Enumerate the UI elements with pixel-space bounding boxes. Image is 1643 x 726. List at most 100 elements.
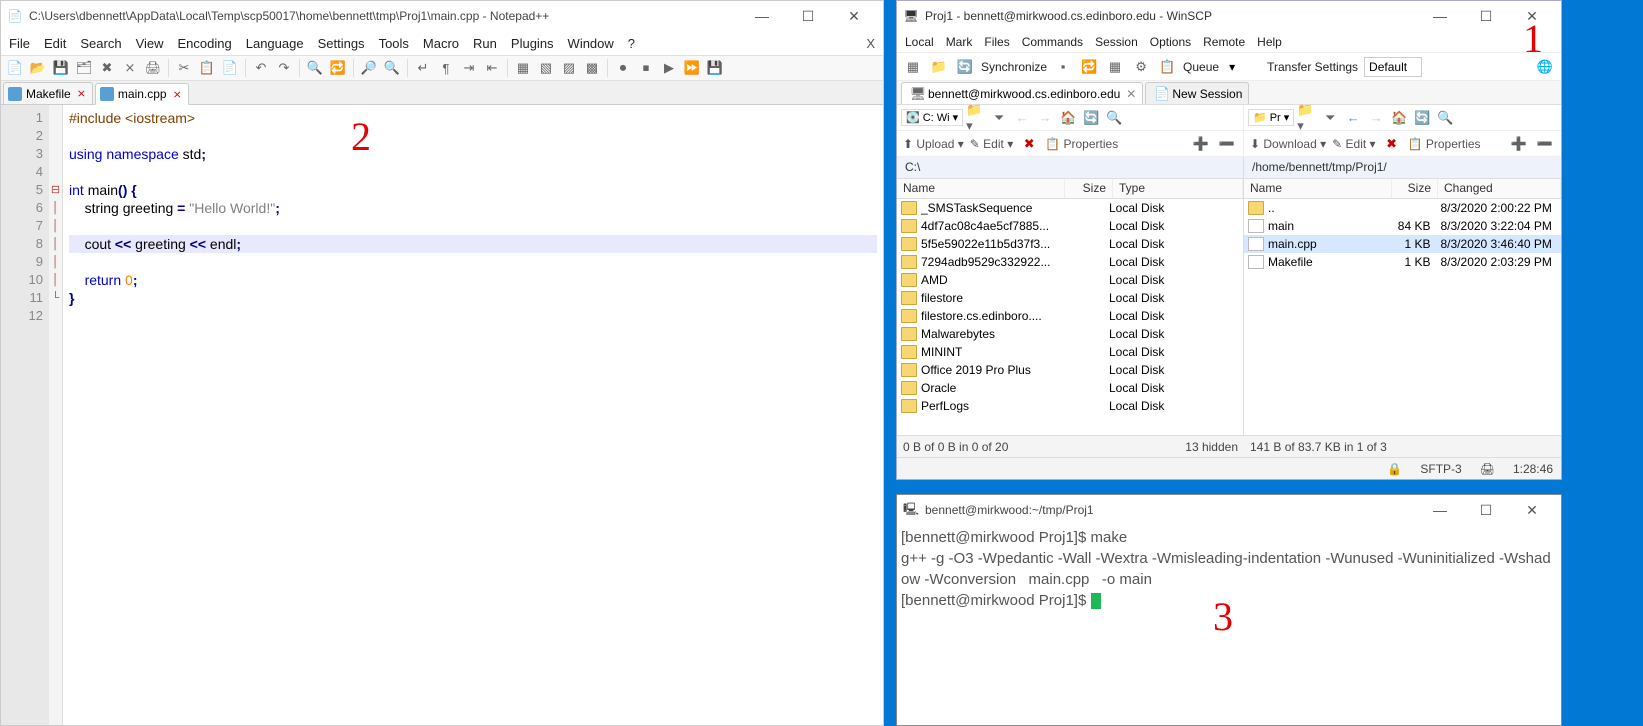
fold-gutter[interactable]: ⊟│││││└	[49, 105, 63, 725]
menu-language[interactable]: Language	[246, 36, 304, 51]
terminal-titlebar[interactable]: 🖳 bennett@mirkwood:~/tmp/Proj1 — ☐ ✕	[897, 495, 1561, 525]
menu-help[interactable]: ?	[628, 36, 635, 51]
zoomin-icon[interactable]: 🔎	[359, 58, 379, 78]
toolbar-icon[interactable]: ▩	[582, 58, 602, 78]
new-icon[interactable]: ➕	[1509, 134, 1529, 154]
edit-button[interactable]: ✎ Edit ▾	[1332, 137, 1375, 151]
history-icon[interactable]: ⏷	[1320, 108, 1340, 128]
winscp-titlebar[interactable]: 🖥 Proj1 - bennett@mirkwood.cs.edinboro.e…	[897, 1, 1561, 31]
gear-icon[interactable]: ⚙	[1131, 57, 1151, 77]
local-path[interactable]: C:\	[897, 157, 1244, 179]
remote-path[interactable]: /home/bennett/tmp/Proj1/	[1244, 157, 1561, 179]
toolbar-icon[interactable]: ▨	[559, 58, 579, 78]
menu-file[interactable]: File	[9, 36, 30, 51]
printer-icon[interactable]: 🖨	[1480, 462, 1495, 476]
toolbar-icon[interactable]: ▧	[536, 58, 556, 78]
list-item[interactable]: _SMSTaskSequenceLocal Disk	[897, 199, 1243, 217]
up-icon[interactable]: 🏠	[1389, 108, 1409, 128]
close-icon[interactable]: ✖	[97, 58, 117, 78]
delete-icon[interactable]: ✖	[1019, 134, 1039, 154]
transfer-settings-select[interactable]: Default	[1364, 57, 1422, 77]
menu-local[interactable]: Local	[905, 35, 934, 49]
queue-button[interactable]: Queue	[1183, 60, 1219, 74]
menu-macro[interactable]: Macro	[423, 36, 459, 51]
minus-icon[interactable]: ➖	[1535, 134, 1555, 154]
close-button[interactable]: ✕	[831, 1, 877, 31]
delete-icon[interactable]: ✖	[1382, 134, 1402, 154]
find-icon[interactable]: 🔍	[1104, 108, 1124, 128]
properties-button[interactable]: 📋 Properties	[1408, 137, 1481, 151]
back-icon[interactable]: ←	[1012, 108, 1032, 128]
history-icon[interactable]: ⏷	[989, 108, 1009, 128]
folder-icon[interactable]: 📁▾	[1297, 108, 1317, 128]
play-icon[interactable]: ▶	[659, 58, 679, 78]
minus-icon[interactable]: ➖	[1217, 134, 1237, 154]
menu-search[interactable]: Search	[80, 36, 121, 51]
synchronize-button[interactable]: Synchronize	[981, 60, 1047, 74]
tab-main-cpp[interactable]: main.cpp ⨯	[95, 83, 189, 105]
list-item[interactable]: ..8/3/2020 2:00:22 PM	[1244, 199, 1561, 217]
tab-close-icon[interactable]: ⨯	[77, 87, 86, 100]
record-icon[interactable]: ⏺	[613, 58, 633, 78]
menu-settings[interactable]: Settings	[318, 36, 365, 51]
toolbar-icon[interactable]: 🔁	[1079, 57, 1099, 77]
menu-encoding[interactable]: Encoding	[178, 36, 232, 51]
properties-button[interactable]: 📋 Properties	[1045, 137, 1118, 151]
toolbar-icon[interactable]: ▦	[1105, 57, 1125, 77]
paste-icon[interactable]: 📄	[220, 58, 240, 78]
tab-makefile[interactable]: Makefile ⨯	[3, 82, 93, 104]
toolbar-icon[interactable]: ▪	[1053, 57, 1073, 77]
local-drive-selector[interactable]: 💽 C: Wi ▾	[901, 109, 963, 126]
tab-close-icon[interactable]: ⨯	[173, 88, 182, 101]
menu-commands[interactable]: Commands	[1022, 35, 1083, 49]
zoomout-icon[interactable]: 🔍	[382, 58, 402, 78]
list-item[interactable]: 4df7ac08c4ae5cf7885...Local Disk	[897, 217, 1243, 235]
minimize-button[interactable]: —	[1417, 495, 1463, 525]
cut-icon[interactable]: ✂	[174, 58, 194, 78]
download-button[interactable]: ⬇ Download ▾	[1250, 137, 1326, 151]
npp-editor[interactable]: 123 456 789 101112 ⊟│││││└ #include <ios…	[1, 105, 883, 725]
list-item[interactable]: PerfLogsLocal Disk	[897, 397, 1243, 415]
refresh-icon[interactable]: 🔄	[1081, 108, 1101, 128]
local-header[interactable]: Name Size Type	[897, 179, 1243, 199]
session-tab[interactable]: 🖥 bennett@mirkwood.cs.edinboro.edu ✕	[901, 82, 1143, 104]
print-icon[interactable]: 🖨	[143, 58, 163, 78]
menu-options[interactable]: Options	[1150, 35, 1191, 49]
list-item[interactable]: filestore.cs.edinboro....Local Disk	[897, 307, 1243, 325]
list-item[interactable]: MalwarebytesLocal Disk	[897, 325, 1243, 343]
saverec-icon[interactable]: 💾	[705, 58, 725, 78]
close-button[interactable]: ✕	[1509, 495, 1555, 525]
list-item[interactable]: OracleLocal Disk	[897, 379, 1243, 397]
toolbar-icon[interactable]: ▦	[903, 57, 923, 77]
refresh-icon[interactable]: 🔄	[1412, 108, 1432, 128]
showall-icon[interactable]: ¶	[436, 58, 456, 78]
minimize-button[interactable]: —	[1417, 1, 1463, 31]
toolbar-icon[interactable]: ▦	[513, 58, 533, 78]
maximize-button[interactable]: ☐	[785, 1, 831, 31]
redo-icon[interactable]: ↷	[274, 58, 294, 78]
list-item[interactable]: Makefile1 KB8/3/2020 2:03:29 PM	[1244, 253, 1561, 271]
npp-titlebar[interactable]: 📄 C:\Users\dbennett\AppData\Local\Temp\s…	[1, 1, 883, 31]
list-item[interactable]: Office 2019 Pro PlusLocal Disk	[897, 361, 1243, 379]
sync-icon[interactable]: 🔄	[955, 57, 975, 77]
menu-run[interactable]: Run	[473, 36, 497, 51]
close-icon[interactable]: ✕	[1126, 87, 1136, 101]
local-file-list[interactable]: _SMSTaskSequenceLocal Disk4df7ac08c4ae5c…	[897, 199, 1243, 435]
new-icon[interactable]: 📄	[5, 58, 25, 78]
list-item[interactable]: AMDLocal Disk	[897, 271, 1243, 289]
menu-close-x[interactable]: X	[866, 36, 875, 51]
menu-session[interactable]: Session	[1095, 35, 1138, 49]
menu-remote[interactable]: Remote	[1203, 35, 1245, 49]
open-icon[interactable]: 📂	[28, 58, 48, 78]
menu-files[interactable]: Files	[984, 35, 1009, 49]
code-area[interactable]: #include <iostream> using namespace std;…	[63, 105, 883, 725]
menu-tools[interactable]: Tools	[379, 36, 409, 51]
list-item[interactable]: MININTLocal Disk	[897, 343, 1243, 361]
stop-icon[interactable]: ⏹	[636, 58, 656, 78]
wrap-icon[interactable]: ↵	[413, 58, 433, 78]
edit-button[interactable]: ✎ Edit ▾	[970, 137, 1013, 151]
list-item[interactable]: main84 KB8/3/2020 3:22:04 PM	[1244, 217, 1561, 235]
menu-edit[interactable]: Edit	[44, 36, 66, 51]
queue-icon[interactable]: 📋	[1157, 57, 1177, 77]
find-icon[interactable]: 🔍	[1435, 108, 1455, 128]
